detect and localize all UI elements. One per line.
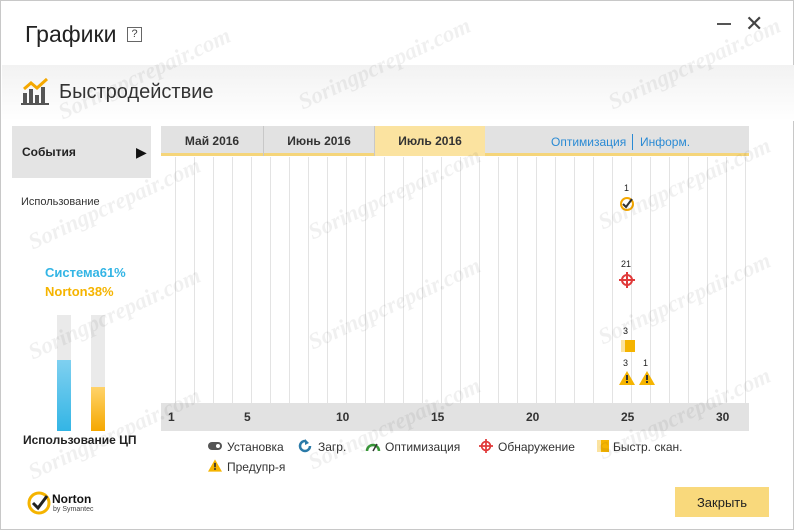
- day-gridline: [574, 157, 575, 403]
- warning-legend-icon: [208, 459, 222, 472]
- day-gridline: [251, 157, 252, 403]
- day-gridline: [517, 157, 518, 403]
- day-gridline: [612, 157, 613, 403]
- info-link[interactable]: Информ.: [640, 135, 690, 149]
- day-gridline: [175, 157, 176, 403]
- close-window-button[interactable]: ✕: [745, 13, 763, 35]
- day-gridline: [479, 157, 480, 403]
- day-tick: 5: [244, 410, 251, 424]
- events-chart: [161, 157, 749, 403]
- day-gridline: [536, 157, 537, 403]
- day-tick: 25: [621, 410, 635, 424]
- warning-count-25: 3: [623, 358, 629, 368]
- performance-chart-icon: [21, 77, 49, 105]
- day-gridline: [308, 157, 309, 403]
- help-button[interactable]: ?: [127, 27, 142, 42]
- day-gridline: [289, 157, 290, 403]
- minimize-button[interactable]: [717, 23, 731, 25]
- quick-scan-legend-icon: [597, 440, 609, 452]
- day-tick: 15: [431, 410, 445, 424]
- quick-scan-count: 3: [623, 326, 629, 336]
- day-gridline: [403, 157, 404, 403]
- sidebar-item-usage[interactable]: Использование: [12, 178, 151, 208]
- day-gridline: [688, 157, 689, 403]
- month-tabs: Май 2016 Июнь 2016 Июль 2016 Оптимизация…: [161, 126, 749, 156]
- legend-detection: Обнаружение: [498, 440, 575, 454]
- norton-brand-name: Norton: [52, 492, 92, 506]
- warning-count-26: 1: [643, 358, 649, 368]
- day-tick: 10: [336, 410, 350, 424]
- section-title: Быстродействие: [59, 81, 214, 103]
- day-gridline: [555, 157, 556, 403]
- norton-usage-label: Norton38%: [45, 284, 114, 299]
- warning-icon[interactable]: [619, 371, 635, 385]
- link-divider: [632, 134, 633, 150]
- day-gridline: [194, 157, 195, 403]
- day-gridline: [460, 157, 461, 403]
- optimization-legend-icon: [365, 443, 381, 452]
- day-gridline: [270, 157, 271, 403]
- legend-install: Установка: [227, 440, 284, 454]
- norton-usage-bar: [91, 315, 105, 431]
- day-gridline: [669, 157, 670, 403]
- norton-check-icon: [27, 491, 51, 515]
- optimization-event-icon[interactable]: [619, 196, 635, 212]
- day-gridline: [726, 157, 727, 403]
- close-button[interactable]: Закрыть: [675, 487, 769, 517]
- sidebar-item-label: Использование: [21, 196, 100, 208]
- cpu-usage-caption: Использование ЦП: [23, 433, 137, 447]
- system-usage-bar: [57, 315, 71, 431]
- norton-usage-fill: [91, 386, 105, 431]
- day-gridline: [650, 157, 651, 403]
- day-gridline: [327, 157, 328, 403]
- norton-brand-sub: by Symantec: [53, 506, 94, 513]
- day-gridline: [213, 157, 214, 403]
- tab-july-2016[interactable]: Июль 2016: [375, 126, 485, 156]
- sidebar-item-label: События: [22, 145, 76, 159]
- detection-legend-icon: [479, 439, 493, 453]
- day-tick: 30: [716, 410, 730, 424]
- day-gridline: [441, 157, 442, 403]
- day-gridline: [593, 157, 594, 403]
- legend-warning: Предупр-я: [227, 460, 286, 474]
- legend-download: Загр.: [318, 440, 347, 454]
- legend-optimization: Оптимизация: [385, 440, 461, 454]
- system-usage-fill: [57, 360, 71, 431]
- tab-may-2016[interactable]: Май 2016: [161, 126, 264, 156]
- tab-june-2016[interactable]: Июнь 2016: [264, 126, 375, 156]
- window-title: Графики: [25, 21, 117, 47]
- warning-icon[interactable]: [639, 371, 655, 385]
- system-usage-label: Система61%: [45, 265, 126, 280]
- main-window: Графики ? ✕ Быстродействие События ▶ Исп…: [0, 0, 794, 530]
- day-gridline: [745, 157, 746, 403]
- legend-quick-scan: Быстр. скан.: [613, 440, 683, 454]
- optimization-count: 1: [624, 183, 630, 193]
- detection-count: 21: [621, 259, 632, 269]
- norton-logo: Norton by Symantec: [27, 489, 117, 519]
- day-gridline: [498, 157, 499, 403]
- day-gridline: [346, 157, 347, 403]
- day-axis: 1 5 10 15 20 25 30: [161, 403, 749, 431]
- day-tick: 20: [526, 410, 540, 424]
- day-tick: 1: [168, 410, 175, 424]
- download-legend-icon: [298, 439, 312, 453]
- sidebar-item-events[interactable]: События ▶: [12, 126, 151, 178]
- day-gridline: [707, 157, 708, 403]
- day-gridline: [365, 157, 366, 403]
- day-gridline: [384, 157, 385, 403]
- detection-event-icon[interactable]: [619, 272, 635, 288]
- install-legend-icon: [208, 442, 222, 450]
- play-arrow-icon: ▶: [136, 144, 147, 160]
- day-gridline: [232, 157, 233, 403]
- optimization-link[interactable]: Оптимизация: [551, 135, 626, 149]
- day-gridline: [422, 157, 423, 403]
- quick-scan-event-icon[interactable]: [621, 340, 635, 352]
